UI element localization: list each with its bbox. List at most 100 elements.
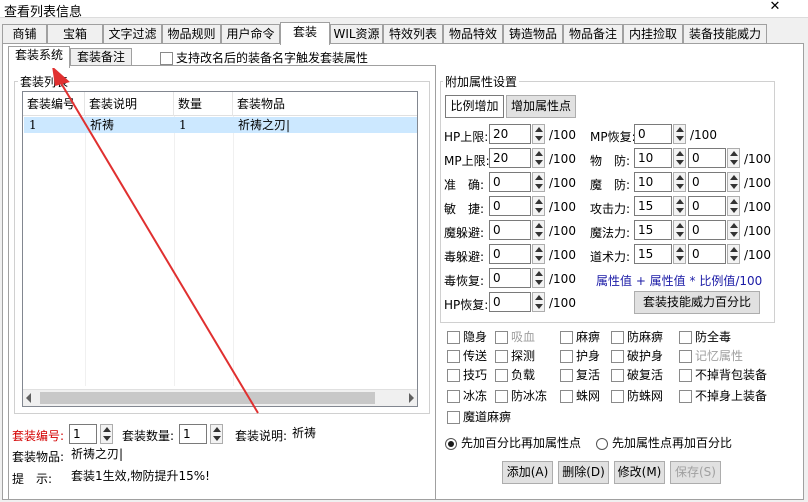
phys-def-input-1[interactable]: 10 xyxy=(634,148,672,168)
poison-recover-input[interactable]: 0 xyxy=(489,268,531,288)
phys-def-spinner-2[interactable] xyxy=(727,148,740,168)
flag-memory[interactable]: 记忆属性 xyxy=(679,347,743,364)
magic-power-spinner-1[interactable] xyxy=(673,220,686,240)
magic-dodge-input[interactable]: 0 xyxy=(489,220,531,240)
close-icon[interactable]: ✕ xyxy=(760,0,790,14)
magic-def-spinner-1[interactable] xyxy=(673,172,686,192)
col-suit-count[interactable]: 数量 xyxy=(174,92,233,116)
tao-power-input-2[interactable]: 0 xyxy=(688,244,726,264)
poison-dodge-spinner[interactable] xyxy=(532,244,545,264)
col-suit-items[interactable]: 套装物品 xyxy=(233,92,417,116)
flag-shield[interactable]: 护身 xyxy=(560,347,600,364)
tab-item-effects[interactable]: 物品特效 xyxy=(443,24,503,44)
modify-button[interactable]: 修改(M) xyxy=(614,461,665,484)
hp-max-spinner[interactable] xyxy=(532,124,545,144)
tab-user-commands[interactable]: 用户命令 xyxy=(221,24,280,44)
magic-dodge-spinner[interactable] xyxy=(532,220,545,240)
suit-skill-power-button[interactable]: 套装技能威力百分比 xyxy=(634,291,760,314)
magic-power-input-1[interactable]: 15 xyxy=(634,220,672,240)
attack-input-2[interactable]: 0 xyxy=(688,196,726,216)
checkbox-box[interactable] xyxy=(495,369,508,382)
flag-load[interactable]: 负载 xyxy=(495,366,535,383)
flag-keep-worn-items[interactable]: 不掉身上装备 xyxy=(679,387,767,404)
checkbox-box[interactable] xyxy=(611,331,624,344)
agility-input[interactable]: 0 xyxy=(489,196,531,216)
accuracy-input[interactable]: 0 xyxy=(489,172,531,192)
suit-count-spinner[interactable] xyxy=(210,424,223,444)
tab-item-rules[interactable]: 物品规则 xyxy=(162,24,221,44)
mp-max-input[interactable]: 20 xyxy=(489,148,531,168)
tab-suit[interactable]: 套装 xyxy=(280,22,330,45)
scroll-left-icon[interactable] xyxy=(26,393,31,403)
magic-power-input-2[interactable]: 0 xyxy=(688,220,726,240)
checkbox-box[interactable] xyxy=(560,331,573,344)
hp-recover-input[interactable]: 0 xyxy=(489,292,531,312)
suit-count-input[interactable]: 1 xyxy=(179,424,207,444)
checkbox-box[interactable] xyxy=(611,369,624,382)
phys-def-input-2[interactable]: 0 xyxy=(688,148,726,168)
attack-spinner-1[interactable] xyxy=(673,196,686,216)
radio-percent-first[interactable]: 先加百分比再加属性点 xyxy=(445,434,581,451)
tab-forged-items[interactable]: 铸造物品 xyxy=(503,24,563,44)
tab-wil-resources[interactable]: WIL资源 xyxy=(330,24,383,44)
checkbox-box[interactable] xyxy=(611,390,624,403)
checkbox-box[interactable] xyxy=(560,390,573,403)
tab-text-filter[interactable]: 文字过滤 xyxy=(103,24,162,44)
tab-effect-list[interactable]: 特效列表 xyxy=(383,24,443,44)
checkbox-box[interactable] xyxy=(495,390,508,403)
flag-freeze[interactable]: 冰冻 xyxy=(447,387,487,404)
subtab-suit-system[interactable]: 套装系统 xyxy=(8,46,70,68)
add-points-button[interactable]: 增加属性点 xyxy=(506,95,576,118)
mp-recover-spinner[interactable] xyxy=(673,124,686,144)
tao-power-input-1[interactable]: 15 xyxy=(634,244,672,264)
checkbox-box[interactable] xyxy=(679,390,692,403)
horizontal-scrollbar[interactable] xyxy=(23,389,417,406)
suit-items-input[interactable]: 祈祷之刃| xyxy=(68,445,427,465)
checkbox-box[interactable] xyxy=(560,369,573,382)
flag-anti-freeze[interactable]: 防冰冻 xyxy=(495,387,547,404)
flag-invisible[interactable]: 隐身 xyxy=(447,328,487,345)
scroll-right-icon[interactable] xyxy=(409,393,414,403)
accuracy-spinner[interactable] xyxy=(532,172,545,192)
tab-item-notes[interactable]: 物品备注 xyxy=(563,24,623,44)
flag-break-shield[interactable]: 破护身 xyxy=(611,347,663,364)
flag-anti-web[interactable]: 防蛛网 xyxy=(611,387,663,404)
checkbox-box[interactable] xyxy=(560,350,573,363)
attack-input-1[interactable]: 15 xyxy=(634,196,672,216)
hp-recover-spinner[interactable] xyxy=(532,292,545,312)
flag-web[interactable]: 蛛网 xyxy=(560,387,600,404)
tab-skill-power[interactable]: 装备技能威力 xyxy=(683,24,767,44)
magic-def-input-1[interactable]: 10 xyxy=(634,172,672,192)
flag-anti-paralyze[interactable]: 防麻痹 xyxy=(611,328,663,345)
flag-break-revive[interactable]: 破复活 xyxy=(611,366,663,383)
mp-max-spinner[interactable] xyxy=(532,148,545,168)
radio-selected-icon[interactable] xyxy=(445,437,457,450)
magic-def-spinner-2[interactable] xyxy=(727,172,740,192)
support-rename-checkbox[interactable]: 支持改名后的装备名字触发套装属性 xyxy=(160,49,368,66)
mp-recover-input[interactable]: 0 xyxy=(634,124,672,144)
suit-list-view[interactable]: 套装编号 套装说明 数量 套装物品 1 祈祷 1 祈祷之刃| xyxy=(22,91,418,407)
ratio-increase-button[interactable]: 比例增加 xyxy=(445,95,504,118)
checkbox-box[interactable] xyxy=(679,331,692,344)
magic-def-input-2[interactable]: 0 xyxy=(688,172,726,192)
flag-skill[interactable]: 技巧 xyxy=(447,366,487,383)
tao-power-spinner-2[interactable] xyxy=(727,244,740,264)
flag-revive[interactable]: 复活 xyxy=(560,366,600,383)
checkbox-box[interactable] xyxy=(495,331,508,344)
table-row[interactable]: 1 祈祷 1 祈祷之刃| xyxy=(24,117,417,133)
checkbox-box[interactable] xyxy=(447,350,460,363)
tab-chest[interactable]: 宝箱 xyxy=(47,24,103,44)
poison-recover-spinner[interactable] xyxy=(532,268,545,288)
flag-anti-all-poison[interactable]: 防全毒 xyxy=(679,328,731,345)
tao-power-spinner-1[interactable] xyxy=(673,244,686,264)
checkbox-box[interactable] xyxy=(447,411,460,424)
radio-points-first[interactable]: 先加属性点再加百分比 xyxy=(596,434,732,451)
add-button[interactable]: 添加(A) xyxy=(502,461,553,484)
hint-input[interactable]: 套装1生效,物防提升15%! xyxy=(68,467,427,487)
col-suit-desc[interactable]: 套装说明 xyxy=(85,92,174,116)
checkbox-box[interactable] xyxy=(679,369,692,382)
col-suit-id[interactable]: 套装编号 xyxy=(23,92,85,116)
suit-id-spinner[interactable] xyxy=(100,424,113,444)
checkbox-box[interactable] xyxy=(447,369,460,382)
tab-shop[interactable]: 商铺 xyxy=(2,24,47,44)
